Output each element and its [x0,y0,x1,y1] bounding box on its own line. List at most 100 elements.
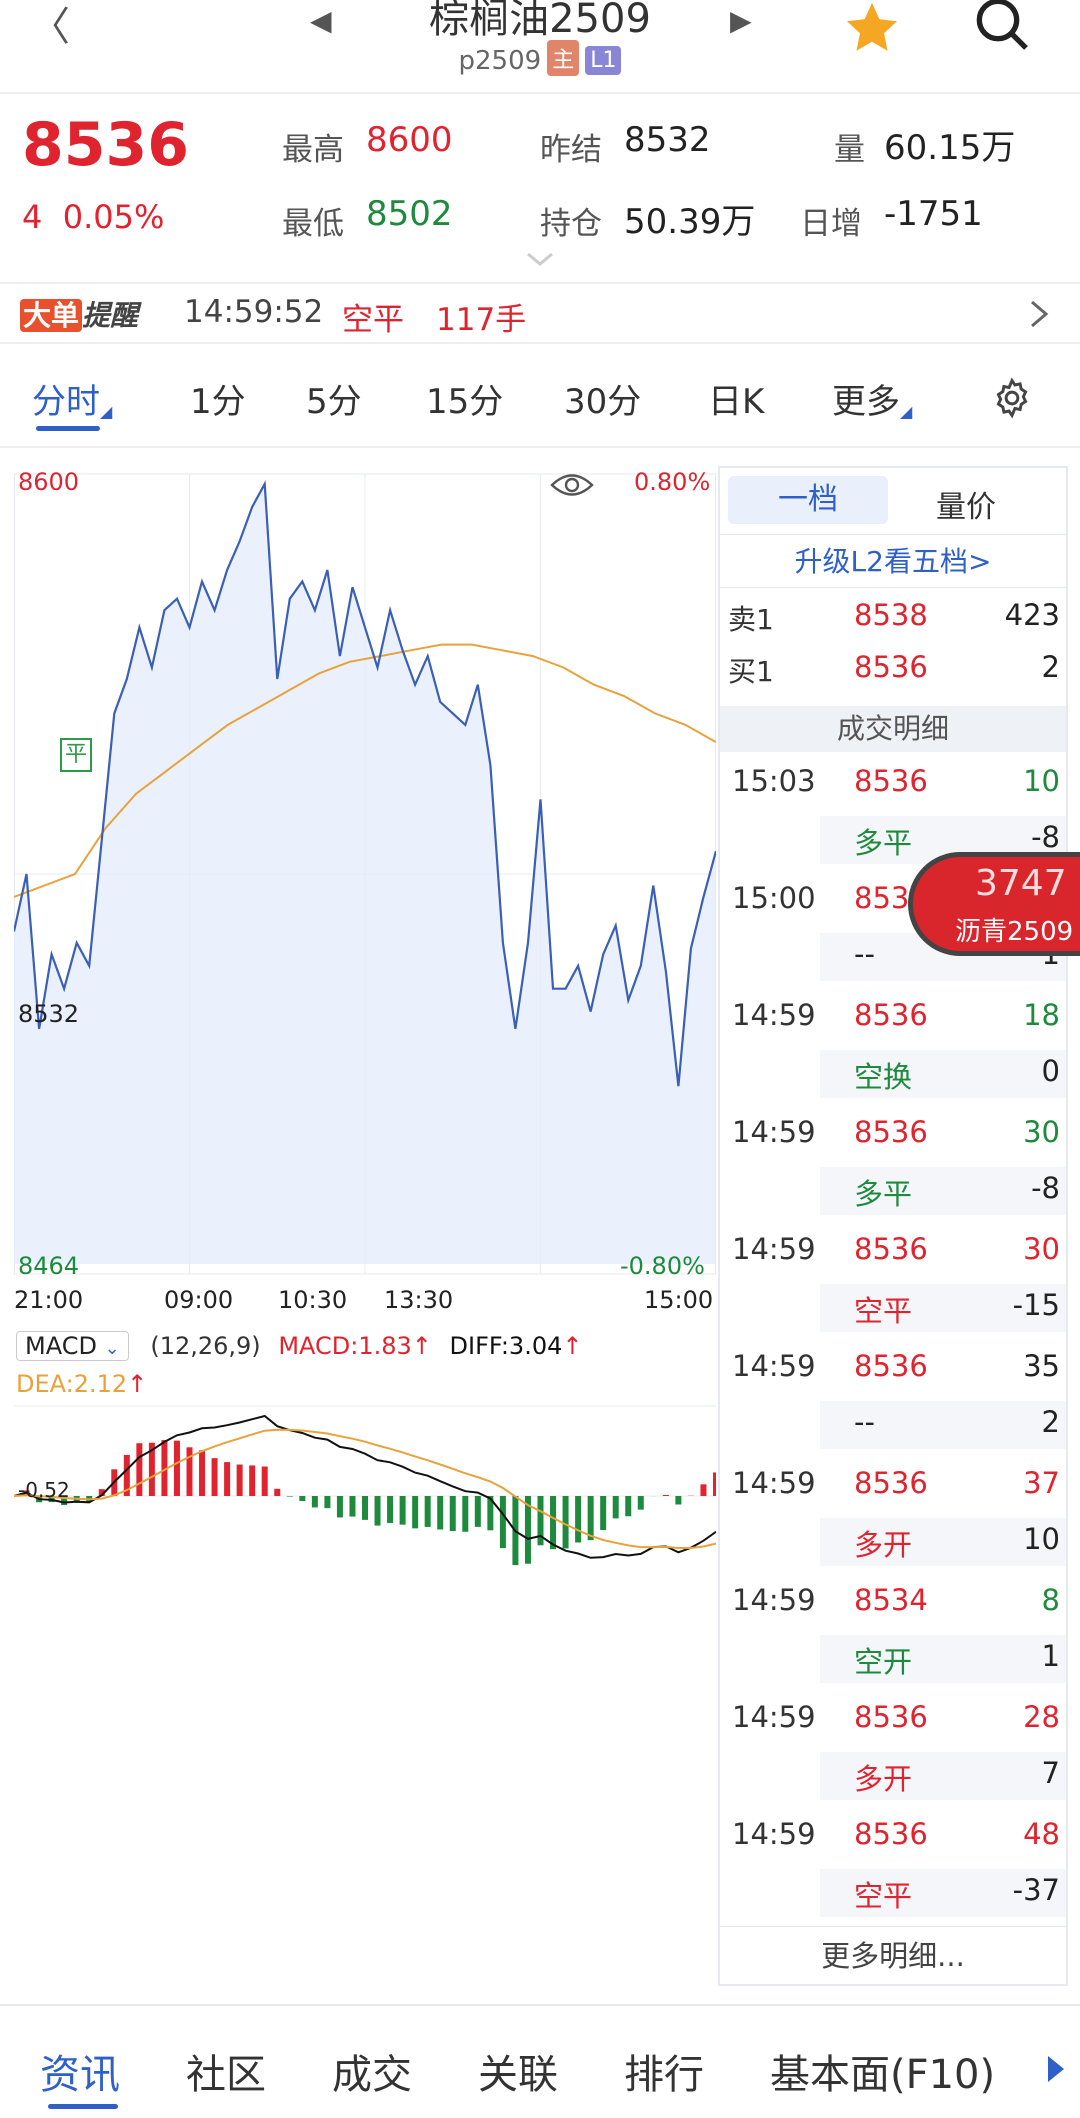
open-interest-label: 持仓 [540,206,602,242]
macd-bar [449,1496,456,1532]
dea-value: DEA:2.12 [16,1370,128,1398]
time-label-21-00: 21:00 [14,1286,84,1314]
ask-volume: 423 [1004,598,1060,632]
alert-badge-a: 大单 [20,299,83,332]
prev-settle-label: 昨结 [540,132,602,168]
trade-row: 14:59 8536 30 多平 -8 [720,1109,1066,1226]
trade-row: 14:59 8536 28 多开 7 [720,1694,1066,1811]
quote-panel: 8536 4 0.05% 最高 8600 最低 8502 昨结 8532 持仓 … [0,92,1080,282]
contract-code-text: p2509 [458,46,542,76]
tab-daily-k[interactable]: 日K [708,374,764,423]
trade-oi-change: 2 [1041,1405,1060,1439]
alert-badge: 大单 提醒 [20,294,138,334]
main-contract-badge: 主 [547,40,580,76]
trade-volume: 18 [1023,998,1060,1032]
macd-bar [173,1440,180,1496]
trade-oi-change: -8 [1031,1171,1060,1205]
ask-price: 8538 [854,598,928,632]
trade-type: 空平 [854,1879,913,1913]
back-icon[interactable]: 〈 [30,0,70,52]
trade-type: 空换 [854,1060,913,1094]
dropdown-chevron-icon: ⌄ [104,1338,120,1359]
settings-gear-icon[interactable] [990,376,1034,420]
expand-chevron-icon[interactable] [524,250,556,270]
macd-bar [374,1496,381,1526]
floating-price: 3747 [975,863,1067,904]
intraday-chart[interactable]: 8600 8532 8464 0.80% -0.80% 平 21:00 09:0… [12,466,719,1566]
search-icon[interactable] [970,0,1034,56]
trade-time: 15:03 [732,764,816,798]
open-interest-value: 50.39万 [624,202,756,242]
prev-contract-icon[interactable]: ◀ [310,4,332,37]
tab-intraday[interactable]: 分时◢ [32,374,112,423]
tab-volume-price[interactable]: 量价 [936,482,996,526]
tab-more[interactable]: 更多◢ [832,374,912,423]
macd-bar [136,1443,143,1496]
trade-row: 14:59 8536 30 空平 -15 [720,1226,1066,1343]
time-label-13-30: 13:30 [384,1286,454,1314]
macd-bar [612,1496,619,1519]
trade-marker[interactable]: 平 [60,738,92,772]
floating-quote-badge[interactable]: 3747 沥青2509 [908,852,1080,956]
trade-volume: 8 [1041,1583,1060,1617]
trade-volume: 48 [1023,1817,1060,1851]
nav-fundamentals[interactable]: 基本面(F10) [770,2042,995,2100]
favorite-star-icon[interactable] [842,0,902,58]
floating-name: 沥青2509 [955,917,1074,947]
nav-community[interactable]: 社区 [186,2042,266,2100]
trade-type: 空平 [854,1294,913,1328]
y-axis-bottom-label: 8464 [18,1252,80,1280]
trade-time: 14:59 [732,1466,816,1500]
trade-time: 14:59 [732,1349,816,1383]
nav-trades[interactable]: 成交 [332,2042,412,2100]
dea-legend: DEA:2.12↑ [16,1370,147,1398]
macd-legend: MACD ⌄ (12,26,9) MACD:1.83↑ DIFF:3.04↑ [16,1331,583,1361]
macd-bar [299,1496,306,1501]
trade-time: 14:59 [732,1700,816,1734]
low-label: 最低 [282,206,344,242]
macd-up-arrow-icon: ↑ [411,1332,432,1360]
alert-action: 空平 [342,302,404,338]
more-details-link[interactable]: 更多明细... [720,1926,1066,1984]
macd-bar [387,1496,394,1523]
alert-amount: 117手 [436,302,527,338]
change-percent: 0.05% [62,198,165,236]
order-book-panel: 一档 量价 升级L2看五档> 卖1 8538 423 买1 8536 2 成交明… [718,466,1068,1986]
diff-up-arrow-icon: ↑ [562,1332,583,1360]
high-label: 最高 [282,132,344,168]
tab-30min[interactable]: 30分 [564,374,641,423]
tab-level-one[interactable]: 一档 [728,476,888,524]
contract-code: p2509 主 L1 [340,40,740,76]
indicator-selector[interactable]: MACD ⌄ [16,1331,129,1361]
trade-oi-change: 10 [1023,1522,1060,1556]
time-label-10-30: 10:30 [278,1286,348,1314]
high-value: 8600 [366,120,453,160]
nav-scroll-right-icon[interactable] [1046,2054,1066,2088]
big-order-alert[interactable]: 大单 提醒 14:59:52 空平 117手 [0,282,1080,344]
daily-inc-label: 日增 [800,206,862,242]
nav-ranking[interactable]: 排行 [624,2042,704,2100]
macd-bar [286,1496,293,1497]
trade-price: 8536 [854,764,928,798]
macd-bar [575,1496,582,1543]
macd-value: MACD:1.83 [278,1332,412,1360]
trade-time: 14:59 [732,1232,816,1266]
bid-volume: 2 [1041,650,1060,684]
macd-bar [186,1447,193,1496]
macd-bar [424,1496,431,1527]
tab-active-indicator [36,426,100,431]
tab-5min[interactable]: 5分 [306,374,362,423]
eye-icon[interactable] [550,470,594,500]
trade-volume: 28 [1023,1700,1060,1734]
upgrade-l2-link[interactable]: 升级L2看五档> [720,534,1066,588]
macd-bar [474,1496,481,1527]
tab-1min[interactable]: 1分 [190,374,246,423]
trade-volume: 37 [1023,1466,1060,1500]
tab-15min[interactable]: 15分 [426,374,503,423]
next-contract-icon[interactable]: ▶ [730,4,752,37]
trade-price: 8536 [854,1115,928,1149]
price-change: 4 0.05% [22,198,164,236]
nav-related[interactable]: 关联 [478,2042,558,2100]
nav-news[interactable]: 资讯 [40,2042,120,2100]
chevron-right-icon [1028,298,1050,334]
